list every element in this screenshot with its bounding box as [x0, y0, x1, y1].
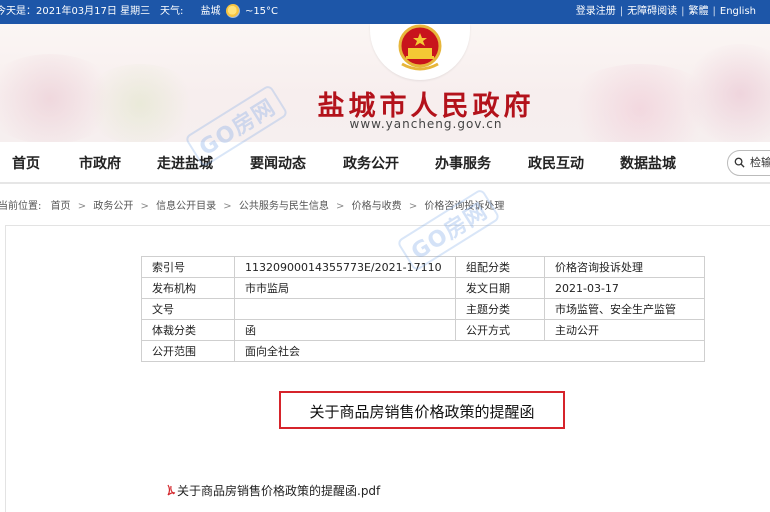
login-register-link[interactable]: 登录注册 [576, 6, 616, 17]
pdf-icon [167, 484, 176, 496]
table-row: 体裁分类 函 公开方式 主动公开 [141, 319, 705, 341]
breadcrumb-item-info-catalog[interactable]: 信息公开目录 [156, 201, 216, 212]
breadcrumb: 当前位置: 首页 > 政务公开 > 信息公开目录 > 公共服务与民生信息 > 价… [0, 197, 504, 212]
meta-key: 索引号 [141, 256, 235, 278]
meta-key: 公开方式 [455, 319, 545, 341]
emblem-icon [398, 24, 442, 71]
breadcrumb-separator: > [223, 201, 232, 212]
table-row: 公开范围 面向全社会 [141, 340, 705, 362]
meta-value: 市场监管、安全生产监管 [544, 298, 705, 320]
meta-key: 组配分类 [455, 256, 545, 278]
breadcrumb-item-government-affairs[interactable]: 政务公开 [93, 201, 133, 212]
traditional-chinese-link[interactable]: 繁體 [689, 6, 709, 17]
date-text: 今天是：2021年03月17日 星期三 [0, 0, 154, 24]
meta-key: 公开范围 [141, 340, 235, 362]
meta-key: 文号 [141, 298, 235, 320]
nav-item-home[interactable]: 首页 [12, 153, 40, 173]
separator: | [712, 6, 716, 17]
meta-value: 2021-03-17 [544, 277, 705, 299]
search-input[interactable]: 检输入 [727, 150, 770, 176]
attachment-link[interactable]: 关于商品房销售价格政策的提醒函.pdf [166, 482, 380, 499]
page: 今天是：2021年03月17日 星期三 天气: 盐城 ~15°C 登录注册 | 无障… [0, 0, 770, 512]
breadcrumb-item-home[interactable]: 首页 [51, 201, 71, 212]
table-row: 发布机构 市市监局 发文日期 2021-03-17 [141, 277, 705, 299]
nav-item-data[interactable]: 数据盐城 [620, 153, 676, 173]
table-row: 文号 主题分类 市场监管、安全生产监管 [141, 298, 705, 320]
meta-key: 主题分类 [455, 298, 545, 320]
separator: | [681, 6, 685, 17]
document-meta-table: 索引号 11320900014355773E/2021-17110 组配分类 价… [141, 256, 705, 362]
document-title: 关于商品房销售价格政策的提醒函 [309, 403, 535, 421]
breadcrumb-separator: > [77, 201, 87, 212]
weather-city: 盐城 [200, 6, 221, 17]
accessibility-link[interactable]: 无障碍阅读 [627, 6, 677, 17]
nav-item-city-government[interactable]: 市政府 [79, 153, 121, 173]
top-links: 登录注册 | 无障碍阅读 | 繁體 | English [576, 0, 756, 24]
weather-temperature: ~15°C [244, 6, 279, 17]
site-url[interactable]: www.yancheng.gov.cn [306, 117, 546, 131]
current-date: 今天是：2021年03月17日 星期三 [0, 6, 151, 17]
breadcrumb-label: 当前位置: [0, 201, 42, 212]
sun-icon [225, 4, 240, 18]
breadcrumb-item-public-services[interactable]: 公共服务与民生信息 [239, 201, 329, 212]
breadcrumb-separator: > [140, 201, 149, 212]
blossom-decoration [80, 64, 200, 142]
weather-label: 天气: [160, 6, 184, 17]
english-link[interactable]: English [720, 6, 756, 17]
top-bar: 今天是：2021年03月17日 星期三 天气: 盐城 ~15°C 登录注册 | 无障… [0, 0, 770, 24]
meta-key: 体裁分类 [141, 319, 235, 341]
nav-item-interaction[interactable]: 政民互动 [528, 153, 584, 173]
header-banner: 盐城市人民政府 www.yancheng.gov.cn [0, 24, 770, 142]
meta-value: 价格咨询投诉处理 [544, 256, 705, 278]
document-title-highlight: 关于商品房销售价格政策的提醒函 [279, 391, 565, 429]
breadcrumb-separator: > [408, 201, 418, 212]
breadcrumb-item-prices-fees[interactable]: 价格与收费 [352, 201, 402, 212]
national-emblem [370, 24, 470, 80]
attachment-filename[interactable]: 关于商品房销售价格政策的提醒函.pdf [177, 484, 380, 498]
meta-key: 发布机构 [141, 277, 235, 299]
main-nav: 首页 市政府 走进盐城 要闻动态 政务公开 办事服务 政民互动 数据盐城 检输入 [0, 142, 770, 184]
meta-value: 主动公开 [544, 319, 705, 341]
search-placeholder: 检输入 [750, 156, 770, 169]
weather: 天气: 盐城 ~15°C [160, 0, 278, 24]
meta-value: 市市监局 [234, 277, 456, 299]
nav-item-services[interactable]: 办事服务 [435, 153, 491, 173]
search-icon[interactable] [734, 157, 745, 168]
meta-key: 发文日期 [455, 277, 545, 299]
nav-item-news[interactable]: 要闻动态 [250, 153, 306, 173]
nav-item-government-affairs[interactable]: 政务公开 [343, 153, 399, 173]
separator: | [619, 6, 624, 17]
meta-value: 函 [234, 319, 456, 341]
meta-value [234, 298, 456, 320]
breadcrumb-separator: > [336, 201, 345, 212]
meta-value: 面向全社会 [234, 340, 705, 362]
